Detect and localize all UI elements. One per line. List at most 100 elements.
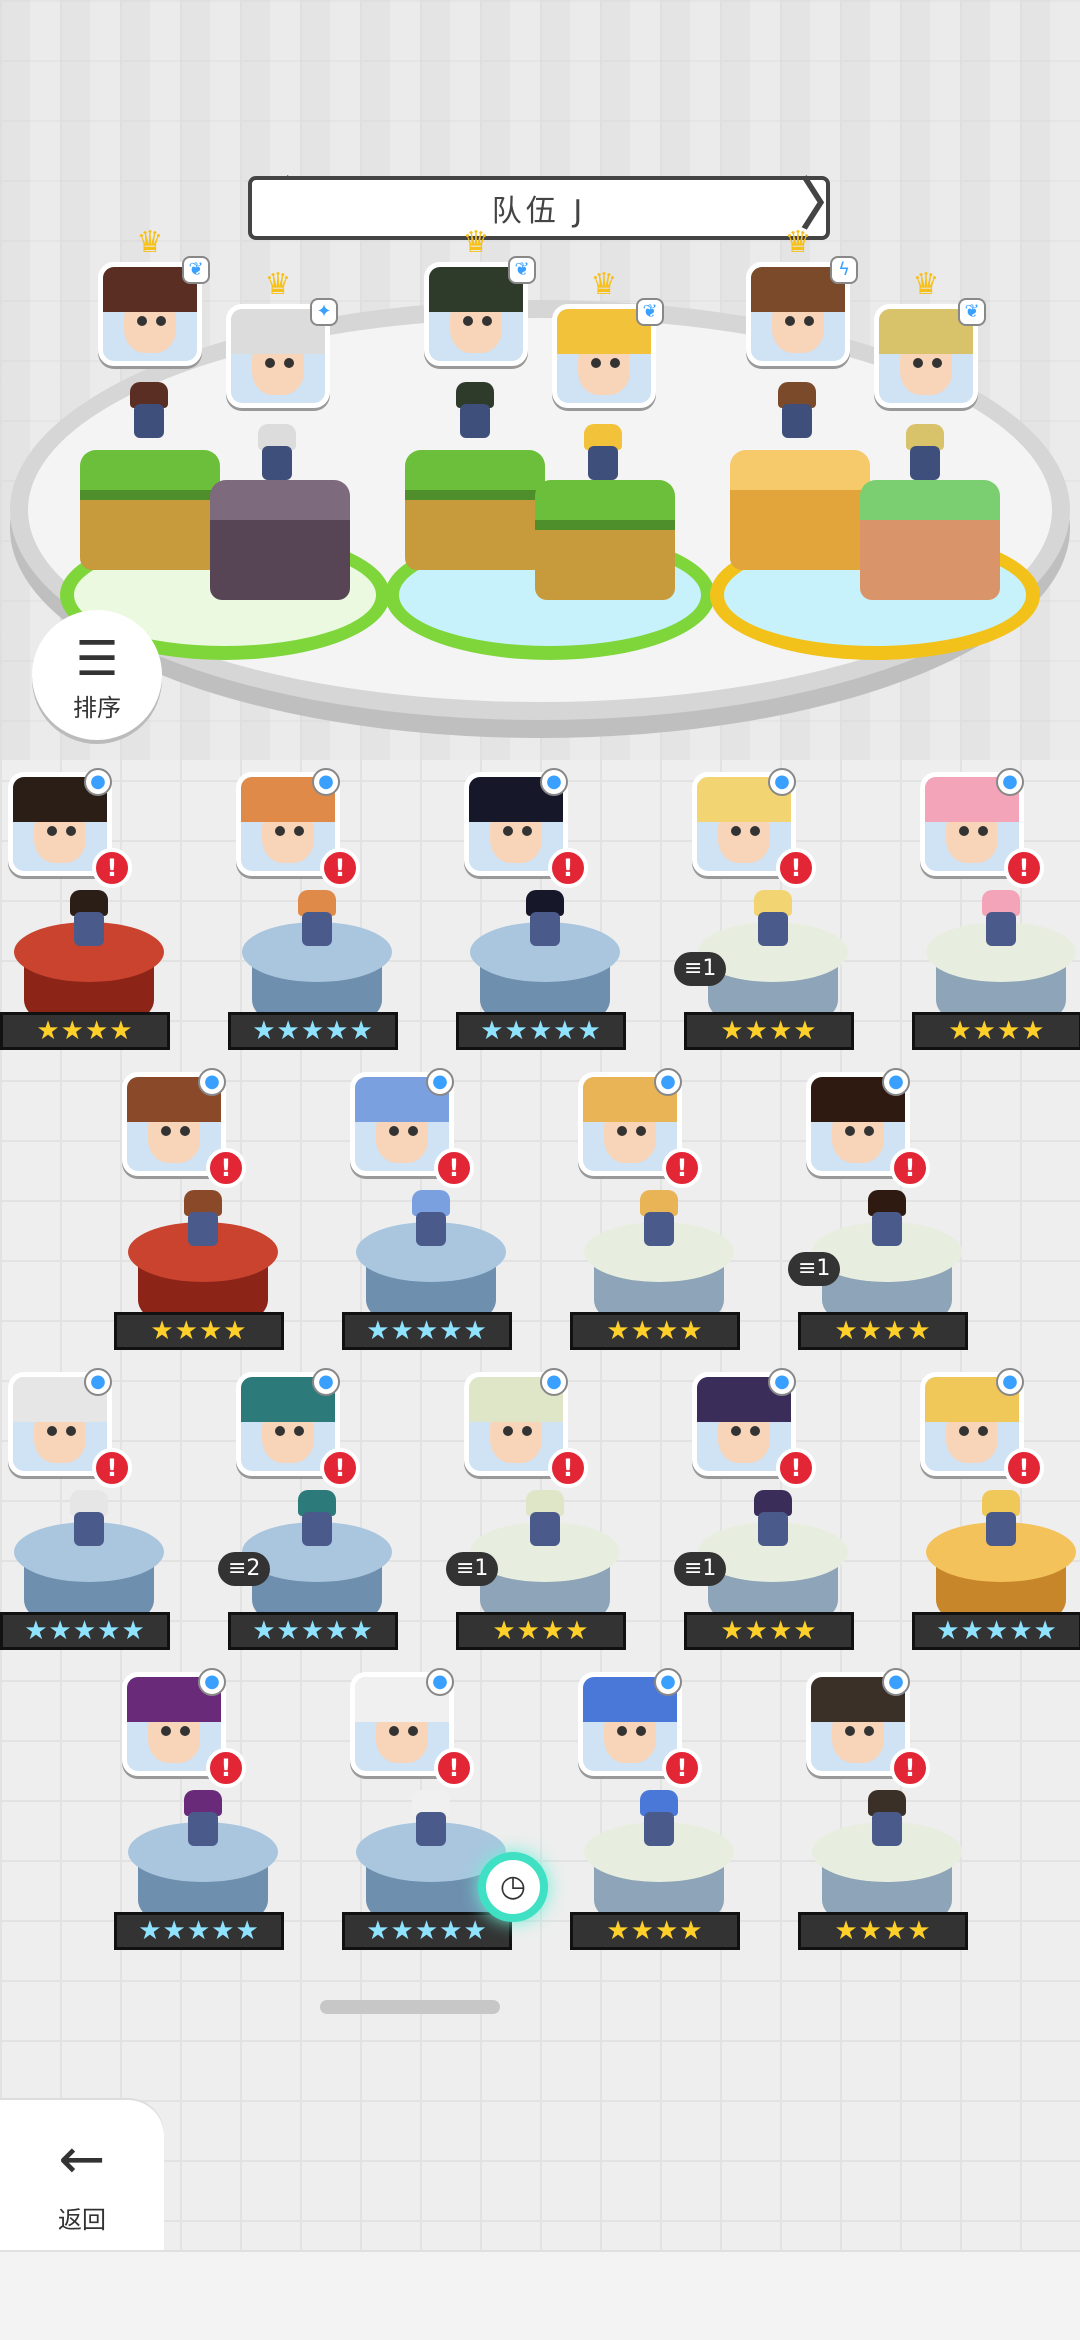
portrait-eye [65,825,76,836]
duplicate-count-badge: ≡1 [674,1552,727,1586]
sprite-body [530,912,560,946]
alert-badge: ! [776,848,816,888]
alert-badge: ! [1004,1448,1044,1488]
element-dot-icon: ● [84,1368,112,1396]
alert-badge: ! [320,848,360,888]
sprite-body [588,446,618,480]
roster-hero[interactable]: ●! ★★★★★ [456,768,646,1072]
hero-sprite [978,890,1024,946]
alert-badge: ! [548,848,588,888]
alert-badge: ! [320,1448,360,1488]
roster-hero[interactable]: ●! ★★★★ [798,1668,988,1972]
back-button[interactable]: ← 返回 [0,2100,164,2250]
roster-hero[interactable]: ●! ★★★★★ [228,768,418,1072]
leaf-icon: ❦ [508,256,536,284]
roster-hero[interactable]: ●! ★★★★★ [114,1668,304,1972]
sprite-body [74,1512,104,1546]
sprite-body [872,1212,902,1246]
sprite-body [910,446,940,480]
element-dot-icon: ● [654,1668,682,1696]
hero-sprite [750,1490,796,1546]
hero-sprite [978,1490,1024,1546]
portrait-eye [179,1725,190,1736]
portrait-eye [977,825,988,836]
element-dot-icon: ● [84,768,112,796]
portrait-eye [407,1725,418,1736]
portrait-eye [590,357,601,368]
alert-badge: ! [662,1148,702,1188]
hero-sprite [294,890,340,946]
portrait-eye [863,1725,874,1736]
crown-icon: ♛ [136,225,164,260]
sort-lines-icon: ☰ [75,631,119,687]
element-dot-icon: ● [882,1668,910,1696]
team-member-sprite [902,424,948,480]
team-slot-3[interactable] [710,450,1040,660]
hero-sprite [66,890,112,946]
element-dot-icon: ● [426,1668,454,1696]
terrain-block [210,480,350,600]
hero-sprite [864,1190,910,1246]
star-rating: ★★★★ [798,1912,968,1950]
portrait-eye [635,1725,646,1736]
sprite-body [302,912,332,946]
alert-badge: ! [548,1448,588,1488]
portrait-eye [784,315,795,326]
team-member-sprite [580,424,626,480]
sort-button[interactable]: ☰ 排序 [32,610,162,740]
portrait-eye [293,1425,304,1436]
element-dot-icon: ● [882,1068,910,1096]
roster-hero[interactable]: ●! ★★★★★ ≡2 [218,1368,418,1672]
roster-hero[interactable]: ●! ★★★★ [570,1668,760,1972]
sort-label: 排序 [73,694,121,722]
duplicate-count-badge: ≡1 [674,952,727,986]
sprite-body [416,1812,446,1846]
portrait-eye [521,1425,532,1436]
team-slot-2[interactable] [385,450,715,660]
star-rating: ★★★★ [456,1612,626,1650]
roster-hero[interactable]: ●! ★★★★ ≡1 [674,768,874,1072]
portrait-eye [388,1125,399,1136]
roster-hero[interactable]: ●! ★★★★★ [912,1368,1080,1672]
sprite-body [74,912,104,946]
roster-hero[interactable]: ●! ★★★★ ≡1 [446,1368,646,1672]
roster-hero[interactable]: ●! ★★★★ ≡1 [674,1368,874,1672]
hero-sprite [66,1490,112,1546]
leaf-icon: ❦ [958,298,986,326]
sprite-body [872,1812,902,1846]
element-dot-icon: ● [768,768,796,796]
star-rating: ★★★★★ [228,1612,398,1650]
star-rating: ★★★★★ [342,1912,512,1950]
star-rating: ★★★★★ [456,1012,626,1050]
scroll-handle[interactable] [320,2000,500,2014]
roster-hero[interactable]: ●! ★★★★★ [0,1368,190,1672]
sprite-body [644,1212,674,1246]
star-rating: ★★★★ [684,1012,854,1050]
roster-hero[interactable]: ●! ★★★★ [114,1068,304,1372]
portrait-eye [502,825,513,836]
element-dot-icon: ● [540,768,568,796]
portrait-eye [481,315,492,326]
roster-hero[interactable]: ●! ★★★★ ≡1 [788,1068,988,1372]
portrait-eye [274,825,285,836]
team-title: 队伍 J [248,176,830,240]
alert-badge: ! [890,1748,930,1788]
star-rating: ★★★★★ [342,1312,512,1350]
roster-hero[interactable]: ●! ★★★★ [0,768,190,1072]
portrait-eye [179,1125,190,1136]
portrait-eye [407,1125,418,1136]
roster-hero[interactable]: ●! ★★★★ [912,768,1080,1072]
roster-hero[interactable]: ●! ★★★★ [570,1068,760,1372]
element-dot-icon: ● [768,1368,796,1396]
portrait-eye [635,1125,646,1136]
star-rating: ★★★★ [570,1312,740,1350]
terrain-block [535,480,675,600]
portrait-eye [283,357,294,368]
roster-hero[interactable]: ●! ★★★★★ [342,1068,532,1372]
clock-icon: ◷ [478,1852,548,1922]
portrait-eye [160,1125,171,1136]
roster-hero[interactable]: ●! ★★★★★ [342,1668,532,1972]
bolt-icon: ϟ [830,256,858,284]
star-rating: ★★★★ [684,1612,854,1650]
terrain-block [730,450,870,570]
